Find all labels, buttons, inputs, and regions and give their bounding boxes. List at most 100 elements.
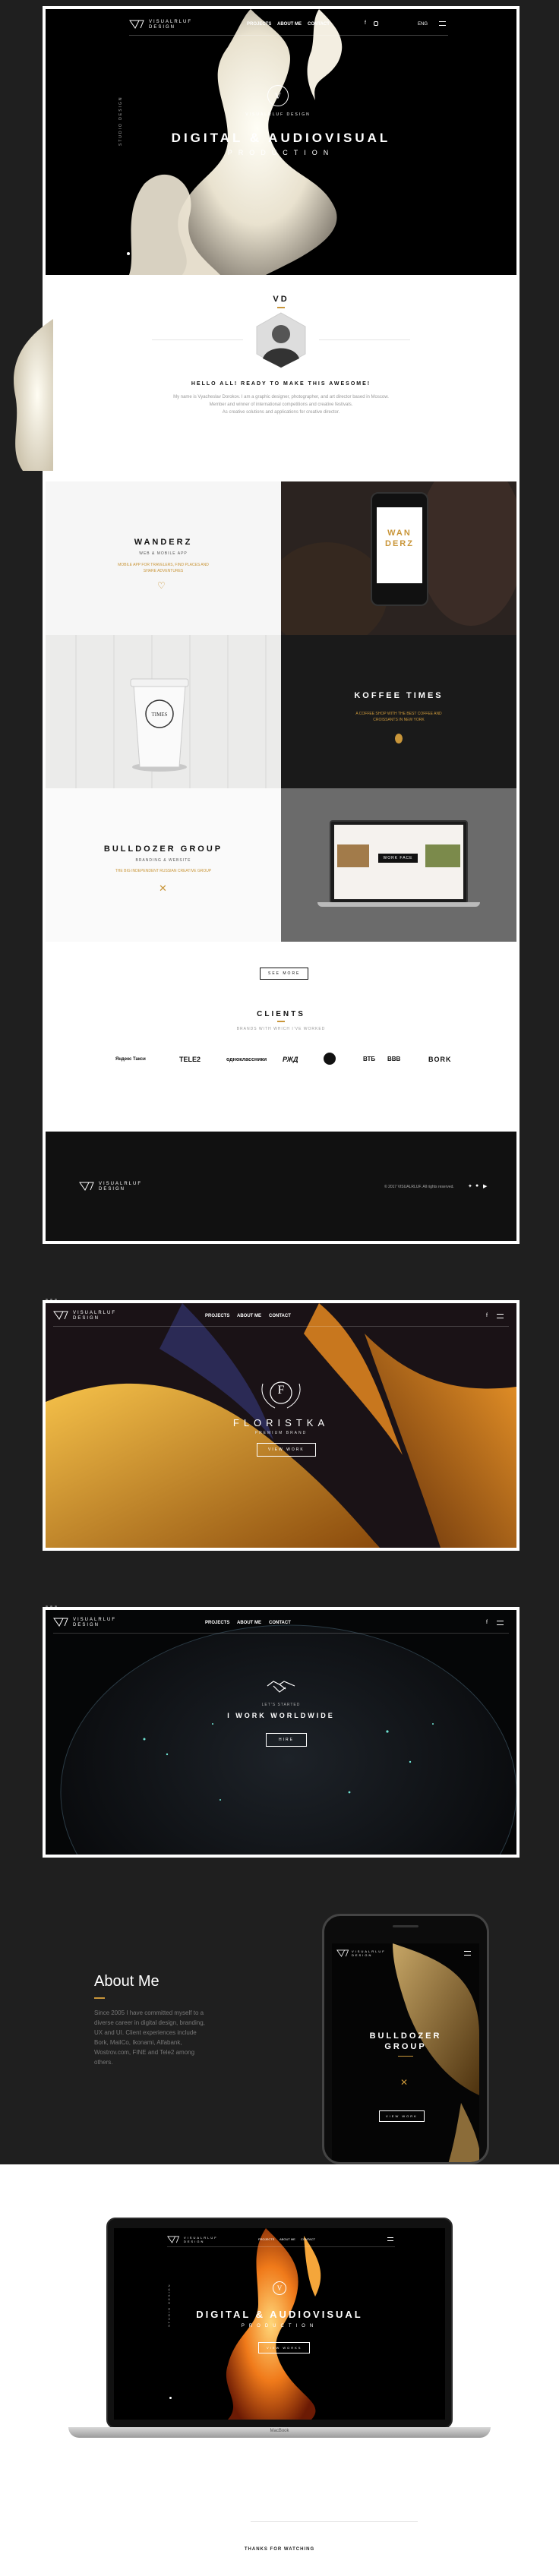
phone-mockup: VISUALRLUF DESIGN BULLDOZER GROUP ✕ VIEW… xyxy=(322,1914,489,2164)
gold-face-photo xyxy=(393,1943,479,2162)
footer: VISUALRLUF DESIGN © 2017 VISUALRLUF. All… xyxy=(46,1132,516,1241)
worldwide-title: I WORK WORLDWIDE xyxy=(227,1712,335,1719)
phone-divider xyxy=(398,2056,413,2057)
project-name: WANDERZ xyxy=(134,538,193,547)
clients-underline xyxy=(277,1021,285,1022)
hero-side-label: STUDIO DESIGN xyxy=(167,2283,171,2327)
vd-logo-icon[interactable] xyxy=(53,1618,70,1627)
hero-scroll-dot[interactable] xyxy=(169,2397,172,2399)
project-wanderz-card[interactable]: WANDERZ WEB & MOBILE APP MOBILE APP FOR … xyxy=(46,481,281,635)
twitter-icon[interactable]: ✦ xyxy=(468,1183,472,1189)
project-name: KOFFEE TIMES xyxy=(354,691,444,700)
facebook-icon[interactable]: f xyxy=(486,1313,488,1318)
laptop-showcase-section: VISUALRLUF DESIGN PROJECTS ABOUT ME CONT… xyxy=(0,2164,559,2576)
floristka-button[interactable]: VIEW WORK xyxy=(257,1443,316,1457)
laptop-base xyxy=(317,902,480,907)
laptop-mockup: WORK FACE xyxy=(330,820,468,904)
laptop-button[interactable]: WORK FACE xyxy=(378,854,418,863)
logo-line-2: DESIGN xyxy=(352,1953,373,1957)
nav-divider xyxy=(129,35,448,36)
hero-emblem: V xyxy=(267,85,289,106)
nav-projects[interactable]: PROJECTS xyxy=(205,1314,229,1318)
phone-screen: VISUALRLUF DESIGN BULLDOZER GROUP ✕ VIEW… xyxy=(332,1943,479,2162)
worldwide-small: LET'S STARTED xyxy=(261,1703,301,1707)
landing-page-frame: VISUALRLUF DESIGN PROJECTS ABOUT ME CONT… xyxy=(43,6,520,1244)
nav-about[interactable]: ABOUT ME xyxy=(237,1621,261,1625)
closing-text: THANKS FOR WATCHING xyxy=(244,2547,315,2552)
clients-section: SEE MORE CLIENTS BRANDS WITH WHICH I'VE … xyxy=(46,942,516,1132)
language-switch[interactable]: ENG xyxy=(418,22,428,27)
vd-logo-icon[interactable] xyxy=(129,20,146,29)
phone-line-1: WAN xyxy=(387,529,412,538)
nav-about[interactable]: ABOUT ME xyxy=(277,22,302,27)
vd-logo-icon[interactable] xyxy=(336,1949,350,1957)
floristka-subtitle: PREMIUM BRAND xyxy=(254,1431,308,1435)
food-image xyxy=(337,844,369,867)
project-bulldozer-image: WORK FACE xyxy=(281,788,516,942)
see-more-button[interactable]: SEE MORE xyxy=(260,968,309,980)
phone-screen: WAN DERZ xyxy=(377,507,422,583)
nav-contact[interactable]: CONTACT xyxy=(308,22,330,27)
facebook-icon[interactable]: f xyxy=(486,1620,488,1625)
about-paragraph-1: My name is Vyacheslav Dorokov. I am a gr… xyxy=(173,395,389,399)
instagram-icon[interactable] xyxy=(374,21,378,26)
menu-icon[interactable] xyxy=(497,1621,504,1625)
project-name: BULLDOZER GROUP xyxy=(103,844,223,854)
earth-night-image xyxy=(46,1610,516,1855)
vd-logo-icon[interactable] xyxy=(53,1311,70,1320)
client-logo: TELE2 xyxy=(179,1056,201,1063)
handshake-icon xyxy=(267,1681,295,1693)
nav-contact[interactable]: CONTACT xyxy=(269,1621,291,1625)
logo-wordmark: VISUALRLUF DESIGN xyxy=(184,2236,218,2243)
about-section: VD HELLO ALL! READY TO MAKE THIS AWESOME… xyxy=(46,275,516,481)
menu-icon[interactable] xyxy=(464,1951,471,1956)
laptop-view-button[interactable]: VIEW WORKS xyxy=(258,2342,311,2353)
floristka-frame: VISUALRLUF DESIGN PROJECTS ABOUT ME CONT… xyxy=(43,1300,520,1551)
hero-scroll-dot[interactable] xyxy=(127,252,130,255)
hire-button[interactable]: HIRE xyxy=(266,1733,307,1747)
project-bulldozer-card[interactable]: BULLDOZER GROUP BRANDING & WEBSITE THE B… xyxy=(46,788,281,942)
client-logo: Яндекс Такси xyxy=(115,1057,146,1062)
project-desc: A COFFEE SHOP WITH THE BEST COFFEE AND C… xyxy=(355,712,442,722)
logo-wordmark: VISUALRLUF DESIGN xyxy=(352,1949,386,1957)
clients-heading: CLIENTS xyxy=(257,1010,305,1018)
menu-icon[interactable] xyxy=(439,21,446,26)
nav-about[interactable]: ABOUT ME xyxy=(280,2237,295,2241)
nav-projects[interactable]: PROJECTS xyxy=(205,1621,229,1625)
vimeo-icon[interactable]: ▶ xyxy=(483,1183,487,1189)
phone-speaker xyxy=(393,1925,418,1927)
project-sub: WEB & MOBILE APP xyxy=(139,551,188,556)
laptop-brand-label: MacBook xyxy=(270,2429,289,2433)
nav-contact[interactable]: CONTACT xyxy=(301,2237,315,2241)
logo-line-1: VISUALRLUF xyxy=(73,1618,117,1622)
project-koffee-image: TIMES xyxy=(46,635,281,788)
about-me-title: About Me xyxy=(94,1973,159,1990)
hero-small-tag: VISUALRLUF DESIGN xyxy=(245,112,311,117)
logo-line-2: DESIGN xyxy=(149,25,176,30)
worldwide-frame: VISUALRLUF DESIGN PROJECTS ABOUT ME CONT… xyxy=(43,1607,520,1858)
menu-icon[interactable] xyxy=(497,1314,504,1318)
phone-line-2: DERZ xyxy=(385,539,414,548)
project-desc: MOBILE APP FOR TRAVELERS, FIND PLACES AN… xyxy=(118,563,209,573)
laptop-screen: WORK FACE xyxy=(334,825,463,899)
avatar xyxy=(256,312,306,368)
logo-line-1: VISUALRLUF xyxy=(73,1311,117,1315)
hero-subtitle: PRODUCTION xyxy=(227,149,335,156)
vd-logo-icon[interactable] xyxy=(79,1182,96,1191)
client-logo: BORK xyxy=(428,1056,452,1063)
facebook-icon[interactable]: f xyxy=(365,21,366,26)
nav-about[interactable]: ABOUT ME xyxy=(237,1314,261,1318)
project-koffee-card[interactable]: KOFFEE TIMES A COFFEE SHOP WITH THE BEST… xyxy=(281,635,516,788)
vd-logo-icon[interactable] xyxy=(167,2236,181,2243)
nav-divider xyxy=(167,2246,395,2247)
menu-icon[interactable] xyxy=(387,2237,393,2241)
pinterest-icon[interactable]: ● xyxy=(475,1183,478,1189)
nav-projects[interactable]: PROJECTS xyxy=(247,22,271,27)
logo-line-2: DESIGN xyxy=(99,1187,126,1192)
client-logo: одноклассники xyxy=(226,1057,267,1062)
laptop-lid: VISUALRLUF DESIGN PROJECTS ABOUT ME CONT… xyxy=(106,2218,453,2429)
coffee-cup-icon: TIMES xyxy=(130,678,189,772)
nav-contact[interactable]: CONTACT xyxy=(269,1314,291,1318)
phone-view-button[interactable]: VIEW WORK xyxy=(379,2110,425,2122)
nav-projects[interactable]: PROJECTS xyxy=(258,2237,274,2241)
